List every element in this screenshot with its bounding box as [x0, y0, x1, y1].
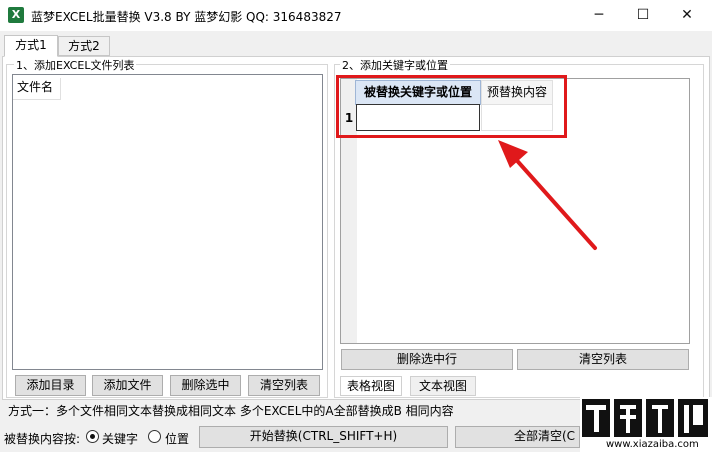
watermark-logo: www.xiazaiba.com [580, 397, 712, 452]
add-directory-button[interactable]: 添加目录 [15, 375, 86, 396]
clear-list-button[interactable]: 清空列表 [248, 375, 320, 396]
file-list[interactable]: 文件名 [12, 74, 323, 370]
radio-keyword-label[interactable]: 关键字 [102, 430, 138, 447]
start-replace-button[interactable]: 开始替换(CTRL_SHIFT+H) [199, 426, 448, 448]
watermark-url: www.xiazaiba.com [606, 439, 699, 450]
tab-mode2[interactable]: 方式2 [58, 36, 110, 56]
radio-keyword[interactable] [86, 430, 99, 443]
keyword-group-label: 2、添加关键字或位置 [340, 57, 450, 73]
clear-keyword-list-button[interactable]: 清空列表 [517, 349, 689, 370]
maximize-button[interactable]: ☐ [620, 0, 666, 31]
replace-by-label: 被替换内容按: [4, 432, 81, 446]
column-header-filename[interactable]: 文件名 [13, 78, 61, 100]
tab-text-view[interactable]: 文本视图 [410, 376, 476, 396]
excel-app-icon: X [8, 7, 24, 23]
tab-table-view[interactable]: 表格视图 [340, 376, 402, 396]
close-button[interactable]: ✕ [664, 0, 710, 31]
file-list-group-label: 1、添加EXCEL文件列表 [14, 57, 137, 73]
highlight-box [336, 75, 567, 138]
add-file-button[interactable]: 添加文件 [92, 375, 163, 396]
mode-description: 方式一：多个文件相同文本替换成相同文本 多个EXCEL中的A全部替换成B 相同内… [8, 404, 454, 418]
radio-position-label[interactable]: 位置 [165, 430, 189, 447]
clear-all-button[interactable]: 全部清空(C [455, 426, 580, 448]
delete-selected-button[interactable]: 删除选中 [170, 375, 241, 396]
delete-selected-row-button[interactable]: 删除选中行 [341, 349, 513, 370]
annotation-arrow [498, 140, 597, 250]
window-title: 蓝梦EXCEL批量替换 V3.8 BY 蓝梦幻影 QQ: 316483827 [31, 10, 342, 24]
tab-mode1[interactable]: 方式1 [4, 35, 58, 57]
radio-position[interactable] [148, 430, 161, 443]
minimize-button[interactable]: ─ [576, 0, 622, 31]
